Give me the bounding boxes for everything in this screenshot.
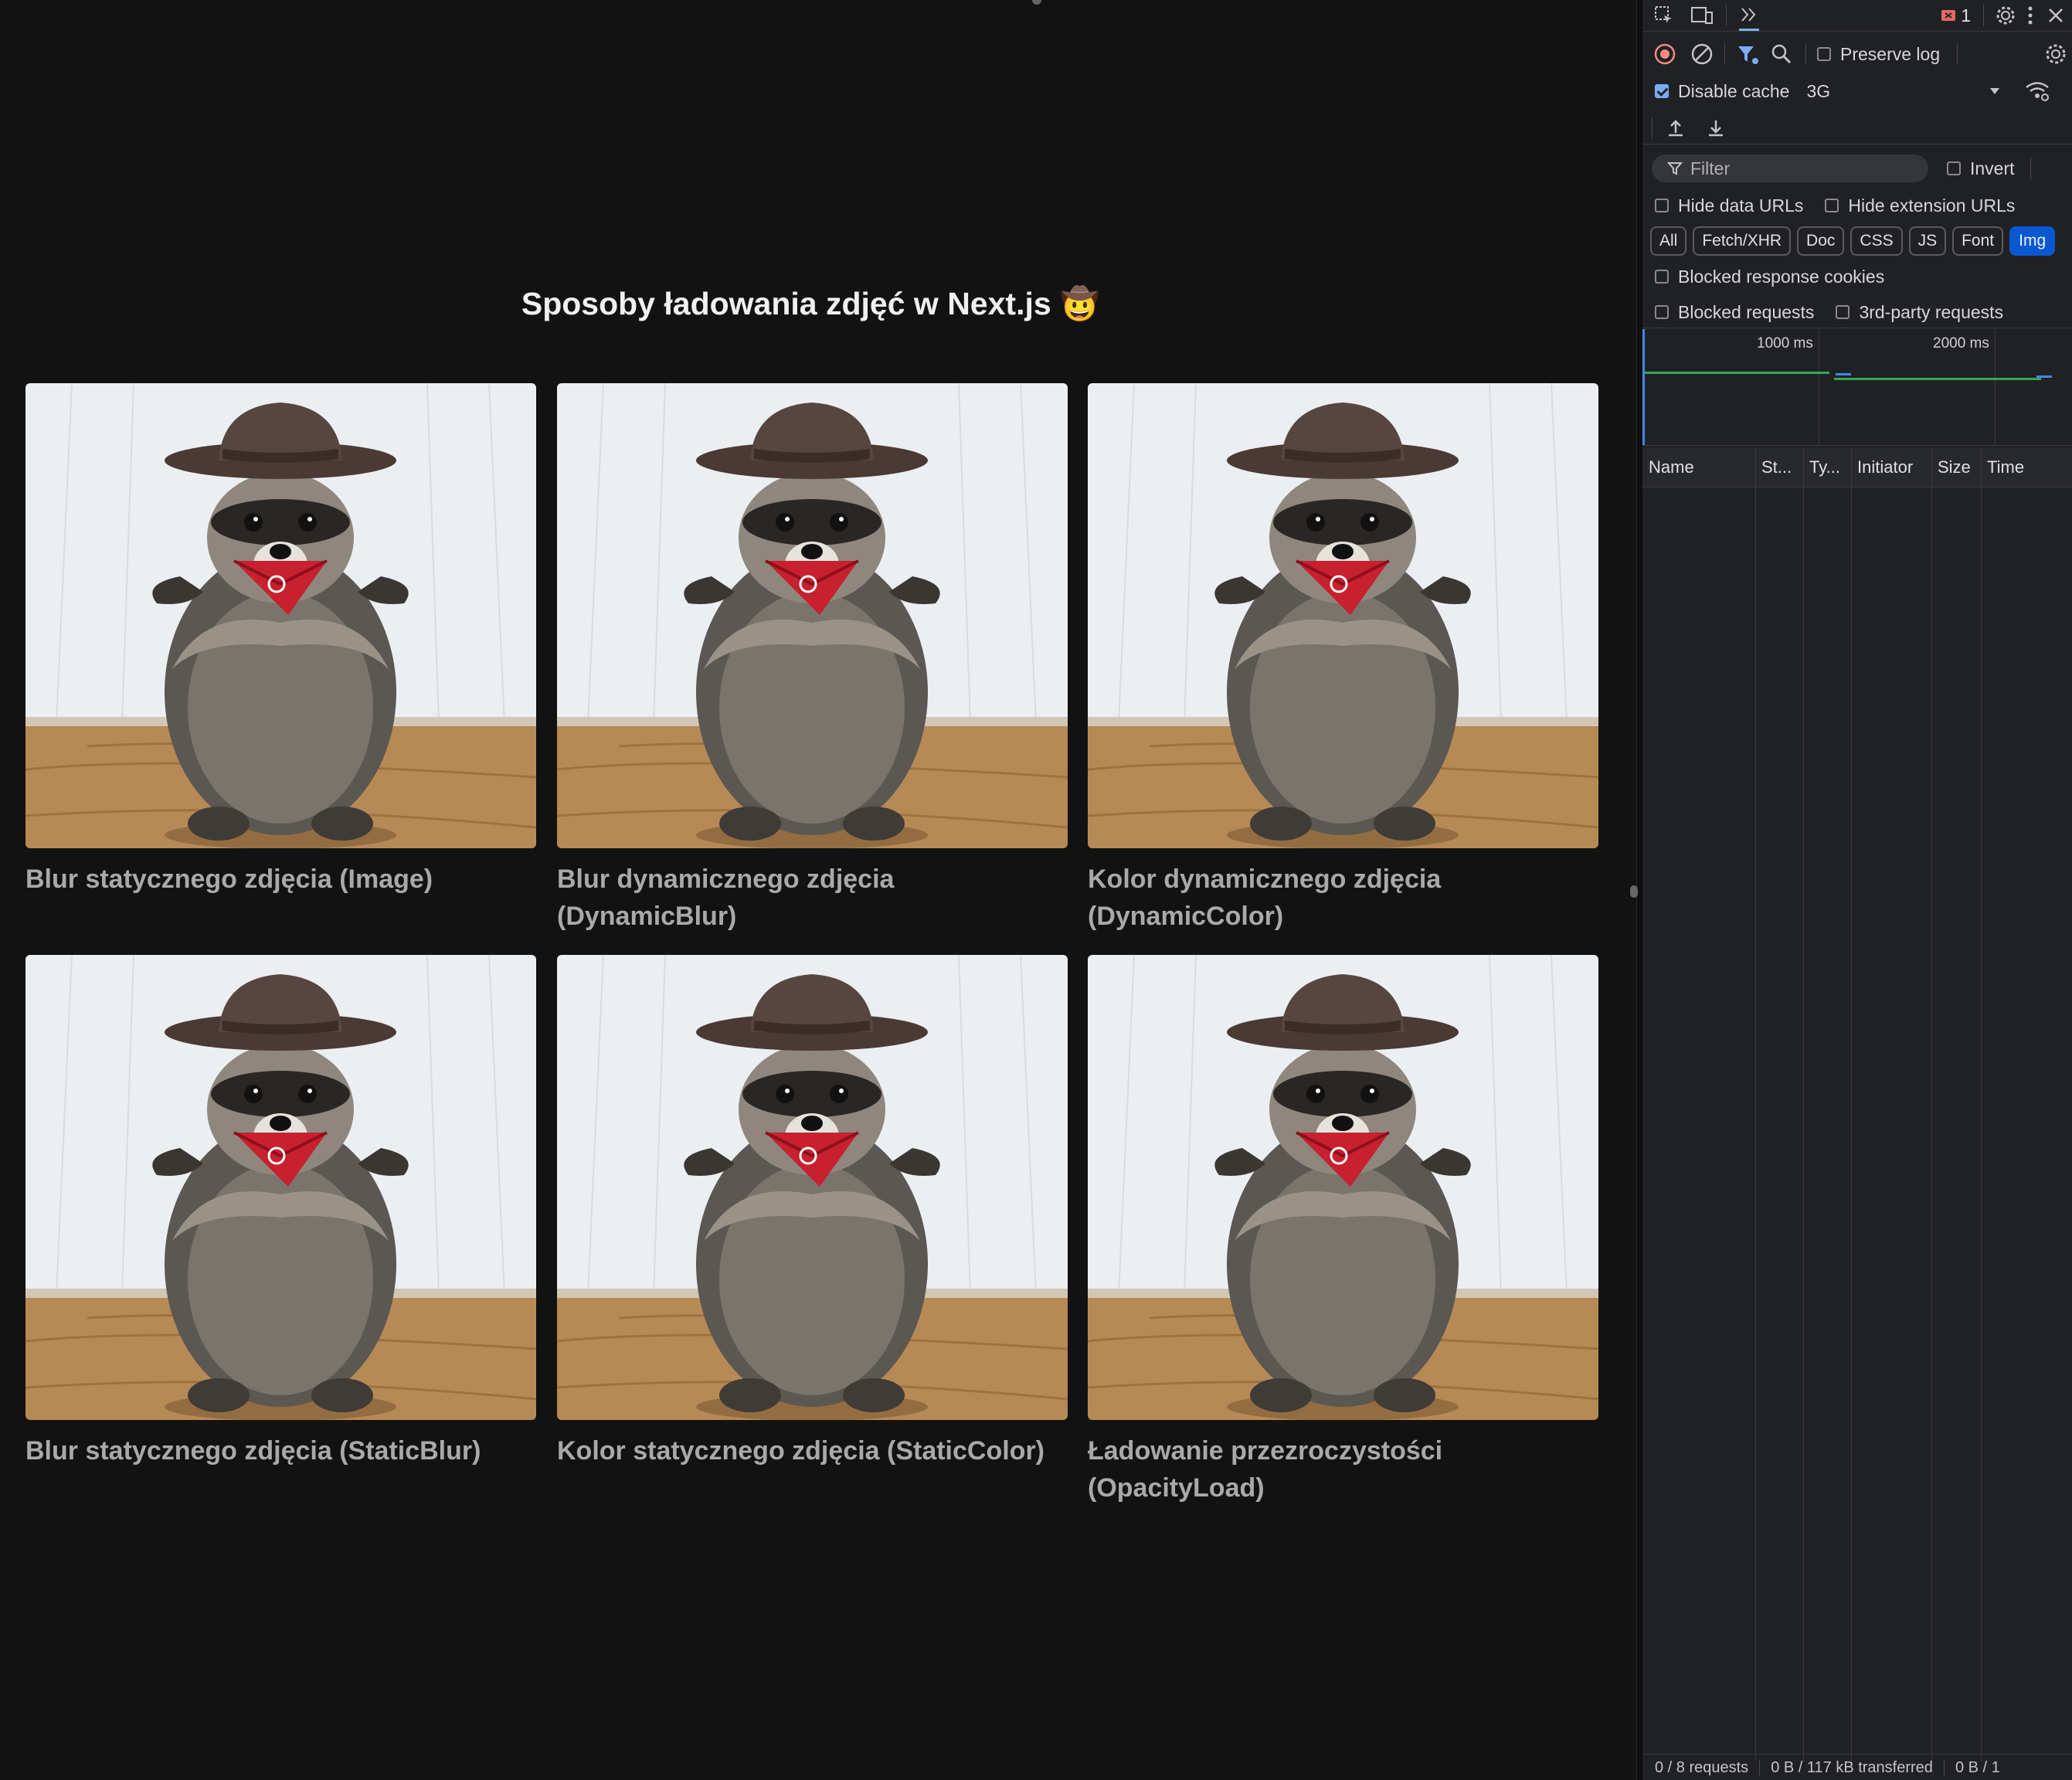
hide-extension-urls-checkbox[interactable] — [1825, 199, 1839, 212]
error-count[interactable]: 1 — [1961, 5, 1971, 26]
type-filter-fetch-xhr[interactable]: Fetch/XHR — [1693, 226, 1792, 256]
invert-label[interactable]: Invert — [1970, 158, 2015, 179]
type-filter-img[interactable]: Img — [2009, 226, 2056, 256]
page-title: Sposoby ładowania zdjęć w Next.js 🤠 — [0, 286, 1621, 323]
column-type[interactable]: Ty... — [1803, 448, 1851, 487]
raccoon-photo — [25, 383, 536, 848]
devtools-network-panel: 1 Preserve log Disable cache 3G Filter I… — [1642, 0, 2072, 1780]
raccoon-photo — [1088, 383, 1598, 848]
image-card: Blur statycznego zdjęcia (StaticBlur) — [25, 955, 536, 1469]
blocked-requests-row: Blocked requests 3rd-party requests — [1642, 297, 2072, 328]
error-badge-icon[interactable] — [1941, 8, 1956, 22]
invert-checkbox[interactable] — [1947, 161, 1961, 175]
timeline-bar — [1644, 372, 1829, 374]
image-card: Blur dynamicznego zdjęcia (DynamicBlur) — [557, 383, 1068, 935]
image-card: Ładowanie przezroczystości (OpacityLoad) — [1088, 955, 1598, 1507]
blocked-requests-checkbox[interactable] — [1655, 305, 1669, 319]
raccoon-photo — [1088, 955, 1598, 1420]
import-export-row — [1642, 113, 2072, 144]
third-party-label[interactable]: 3rd-party requests — [1859, 302, 2003, 323]
inspect-element-icon[interactable] — [1653, 5, 1675, 26]
kebab-menu-icon[interactable] — [2027, 5, 2033, 25]
resize-handle-right[interactable] — [1630, 885, 1638, 898]
disable-cache-label[interactable]: Disable cache — [1678, 81, 1789, 102]
image-caption: Kolor dynamicznego zdjęcia (DynamicColor… — [1088, 865, 1442, 931]
type-filter-doc[interactable]: Doc — [1797, 226, 1845, 256]
blocked-requests-label[interactable]: Blocked requests — [1678, 302, 1814, 323]
type-filter-css[interactable]: CSS — [1850, 226, 1903, 256]
blocked-cookies-row: Blocked response cookies — [1642, 261, 2072, 292]
image-card: Kolor dynamicznego zdjęcia (DynamicColor… — [1088, 383, 1598, 935]
column-status[interactable]: St... — [1755, 448, 1803, 487]
image-card: Blur statycznego zdjęcia (Image) — [25, 383, 536, 898]
type-filter-js[interactable]: JS — [1908, 226, 1947, 256]
requests-count: 0 / 8 requests — [1655, 1758, 1749, 1776]
timeline-bar — [1836, 373, 1851, 375]
filter-input-funnel-icon — [1667, 161, 1683, 176]
type-filter-font[interactable]: Font — [1952, 226, 2004, 256]
image-caption: Blur dynamicznego zdjęcia (DynamicBlur) — [557, 865, 895, 931]
blocked-cookies-label[interactable]: Blocked response cookies — [1678, 267, 1884, 287]
transferred-size: 0 B / 117 kB transferred — [1771, 1758, 1933, 1776]
hide-data-urls-checkbox[interactable] — [1655, 199, 1669, 212]
filter-placeholder: Filter — [1690, 158, 1731, 178]
hide-urls-row: Hide data URLs Hide extension URLs — [1642, 190, 2072, 221]
image-card: Kolor statycznego zdjęcia (StaticColor) — [557, 955, 1068, 1469]
filter-input[interactable]: Filter — [1652, 155, 1928, 182]
preserve-log-checkbox[interactable] — [1817, 47, 1831, 61]
timeline-bar — [2036, 375, 2052, 378]
more-tabs-chevron-icon[interactable] — [1739, 1, 1759, 31]
image-caption: Blur statycznego zdjęcia (StaticBlur) — [25, 1436, 481, 1466]
network-settings-gear-icon[interactable] — [2044, 42, 2067, 66]
search-icon[interactable] — [1770, 42, 1793, 66]
timeline-bar — [1834, 378, 2041, 380]
dropdown-arrow-icon[interactable] — [1989, 87, 2001, 96]
type-filter-all[interactable]: All — [1650, 226, 1687, 256]
filter-row: Filter Invert — [1642, 151, 2072, 185]
column-size[interactable]: Size — [1931, 448, 1981, 487]
throttling-row: Disable cache 3G — [1642, 74, 2072, 108]
settings-gear-icon[interactable] — [1995, 5, 2016, 26]
clear-log-icon[interactable] — [1690, 42, 1714, 66]
cowboy-emoji-icon: 🤠 — [1060, 286, 1100, 321]
network-conditions-wifi-icon[interactable] — [2024, 80, 2050, 102]
export-har-download-icon[interactable] — [1705, 117, 1727, 139]
hide-data-urls-label[interactable]: Hide data URLs — [1678, 195, 1803, 216]
timeline-tick-1000: 1000 ms — [1757, 335, 1813, 352]
raccoon-photo — [557, 383, 1068, 848]
third-party-checkbox[interactable] — [1836, 305, 1850, 319]
network-status-bar: 0 / 8 requests 0 B / 117 kB transferred … — [1642, 1754, 2072, 1780]
hide-extension-urls-label[interactable]: Hide extension URLs — [1848, 195, 2015, 216]
blocked-cookies-checkbox[interactable] — [1655, 270, 1669, 284]
image-caption: Kolor statycznego zdjęcia (StaticColor) — [557, 1436, 1044, 1466]
raccoon-photo — [557, 955, 1068, 1420]
image-caption: Blur statycznego zdjęcia (Image) — [25, 865, 433, 894]
resources-size: 0 B / 1 — [1955, 1758, 2000, 1776]
disable-cache-checkbox[interactable] — [1655, 84, 1669, 98]
column-initiator[interactable]: Initiator — [1851, 448, 1931, 487]
image-caption: Ładowanie przezroczystości (OpacityLoad) — [1088, 1436, 1443, 1503]
timeline-overview[interactable]: 1000 ms 2000 ms — [1642, 329, 2072, 446]
browser-viewport: Sposoby ładowania zdjęć w Next.js 🤠 Blur… — [0, 0, 1637, 1780]
raccoon-photo — [25, 955, 536, 1420]
close-devtools-icon[interactable] — [2047, 7, 2064, 24]
throttling-select[interactable]: 3G — [1806, 81, 1830, 102]
type-filter-chips: All Fetch/XHR Doc CSS JS Font Img — [1642, 226, 2072, 256]
column-time[interactable]: Time — [1981, 448, 2072, 487]
devtools-tabbar: 1 — [1642, 0, 2072, 32]
import-har-upload-icon[interactable] — [1665, 117, 1686, 139]
record-stop-icon[interactable] — [1653, 42, 1676, 66]
preserve-log-label[interactable]: Preserve log — [1840, 44, 1940, 65]
page-title-text: Sposoby ładowania zdjęć w Next.js — [521, 286, 1051, 321]
network-toolbar: Preserve log — [1642, 37, 2072, 71]
filter-funnel-icon[interactable] — [1736, 42, 1759, 66]
column-name[interactable]: Name — [1642, 448, 1755, 487]
timeline-tick-2000: 2000 ms — [1933, 335, 1989, 352]
device-toolbar-icon[interactable] — [1690, 5, 1714, 26]
